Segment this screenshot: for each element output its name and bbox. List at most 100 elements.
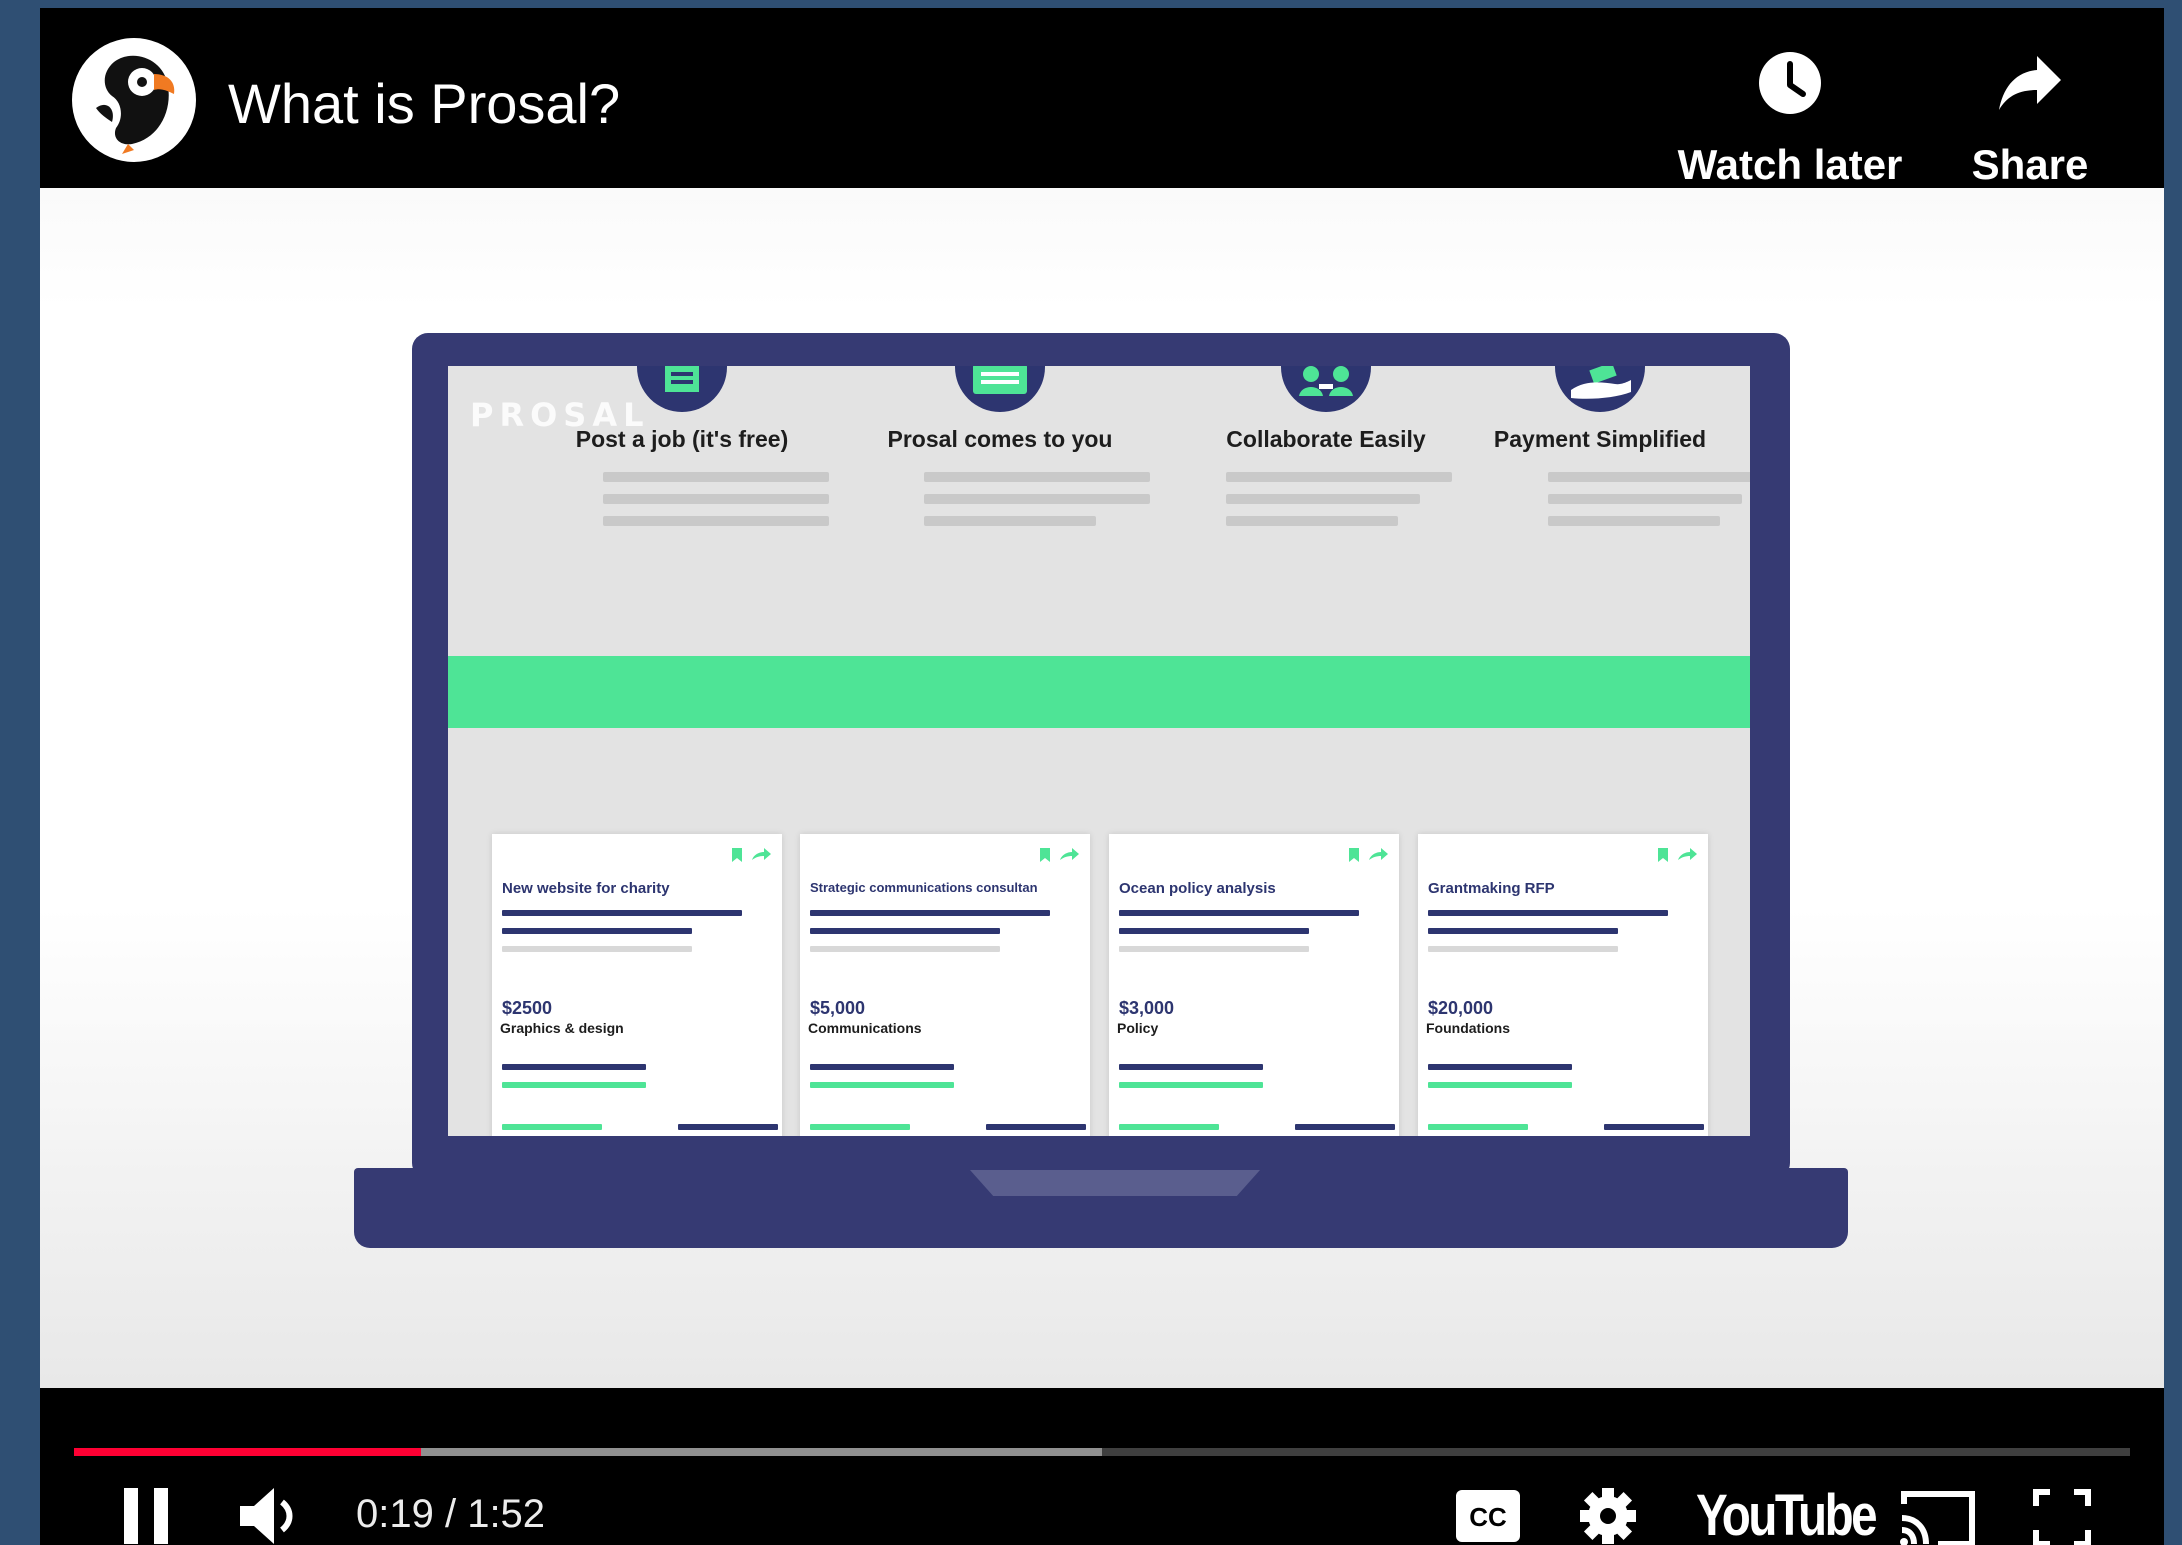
card-bar — [1428, 1124, 1528, 1130]
card-price: $5,000 — [810, 998, 866, 1018]
svg-text:CC: CC — [1469, 1502, 1507, 1532]
video-title[interactable]: What is Prosal? — [228, 72, 620, 136]
text-placeholder-line — [924, 472, 1150, 482]
card-bar — [1428, 928, 1618, 934]
laptop-notch — [970, 1170, 1260, 1196]
card-bar — [1428, 1082, 1572, 1088]
text-placeholder-line — [1548, 472, 1750, 482]
card-bar — [502, 928, 692, 934]
share-button[interactable]: Share — [1930, 38, 2130, 188]
captions-button[interactable]: CC — [1456, 1490, 1520, 1545]
youtube-logo[interactable]: YouTube — [1696, 1486, 1878, 1545]
share-label: Share — [1971, 141, 2089, 188]
card-title: New website for charity — [502, 880, 670, 897]
text-placeholder-line — [603, 472, 829, 482]
card-bar — [810, 1082, 954, 1088]
card-title: Grantmaking RFP — [1428, 880, 1555, 897]
card-bar — [502, 1064, 646, 1070]
card-actions — [1345, 846, 1389, 869]
laptop-screen: PROSAL Post a job (it's free) Prosal com… — [448, 366, 1750, 1136]
clock-icon — [1759, 52, 1821, 114]
pause-button[interactable] — [120, 1486, 172, 1545]
job-card: New website for charity $2500 Graphics &… — [492, 834, 782, 1136]
card-title: Strategic communications consultan — [810, 880, 1038, 895]
card-actions — [728, 846, 772, 869]
message-icon — [955, 366, 1045, 412]
card-bar — [810, 946, 1000, 952]
puffin-logo-icon — [96, 55, 175, 154]
bookmark-share-icon — [732, 848, 771, 862]
card-category: Foundations — [1426, 1020, 1510, 1036]
watch-later-button[interactable]: Watch later — [1660, 38, 1920, 188]
text-placeholder-line — [1548, 516, 1720, 526]
text-placeholder-line — [924, 516, 1096, 526]
card-actions — [1654, 846, 1698, 869]
video-player[interactable]: What is Prosal? Watch later Share PROSAL — [40, 8, 2164, 1545]
card-actions — [1036, 846, 1080, 869]
card-title: Ocean policy analysis — [1119, 880, 1276, 897]
card-bar — [810, 910, 1050, 916]
card-category: Communications — [808, 1020, 922, 1036]
document-icon — [637, 366, 727, 412]
feature-title: Collaborate Easily — [1226, 426, 1426, 452]
card-bar — [1119, 1064, 1263, 1070]
feature-title: Payment Simplified — [1493, 426, 1707, 452]
card-bar — [502, 1082, 646, 1088]
job-card: Strategic communications consultan $5,00… — [800, 834, 1090, 1136]
feature-title: Prosal comes to you — [887, 426, 1113, 452]
card-bar — [810, 928, 1000, 934]
player-top-bar: What is Prosal? Watch later Share — [40, 8, 2164, 188]
settings-icon — [1580, 1488, 1636, 1544]
text-placeholder-line — [1226, 494, 1420, 504]
share-arrow-icon — [1999, 56, 2061, 110]
fullscreen-icon — [2033, 1489, 2091, 1545]
cc-icon: CC — [1456, 1490, 1520, 1542]
card-price: $2500 — [502, 998, 553, 1018]
card-bar — [1119, 910, 1359, 916]
time-display: 0:19 / 1:52 — [356, 1492, 546, 1536]
watch-later-label: Watch later — [1677, 141, 1903, 188]
volume-button[interactable] — [236, 1484, 306, 1545]
card-bar — [1119, 928, 1309, 934]
card-bar — [1428, 946, 1618, 952]
progress-bar[interactable] — [74, 1448, 2130, 1456]
text-placeholder-line — [603, 516, 829, 526]
card-bar — [810, 1124, 910, 1130]
channel-avatar[interactable] — [72, 38, 196, 162]
card-bar — [1428, 910, 1668, 916]
player-controls: 0:19 / 1:52 CC YouTube — [40, 1388, 2164, 1545]
card-bar — [986, 1124, 1086, 1130]
card-bar — [1428, 1064, 1572, 1070]
card-category: Graphics & design — [500, 1020, 624, 1036]
green-banner — [448, 656, 1750, 728]
card-bar — [1119, 1124, 1219, 1130]
feature-title: Post a job (it's free) — [575, 426, 789, 452]
card-bar — [1119, 1082, 1263, 1088]
card-bar — [502, 910, 742, 916]
bookmark-share-icon — [1040, 848, 1079, 862]
bookmark-share-icon — [1658, 848, 1697, 862]
text-placeholder-line — [1226, 516, 1398, 526]
text-placeholder-line — [603, 494, 829, 504]
card-bar — [1604, 1124, 1704, 1130]
card-bar — [678, 1124, 778, 1130]
text-placeholder-line — [1226, 472, 1452, 482]
job-card: Ocean policy analysis $3,000 Policy — [1109, 834, 1399, 1136]
people-icon — [1281, 366, 1371, 412]
card-bar — [502, 946, 692, 952]
text-placeholder-line — [1548, 494, 1742, 504]
video-frame[interactable]: PROSAL Post a job (it's free) Prosal com… — [40, 188, 2164, 1388]
bookmark-share-icon — [1349, 848, 1388, 862]
hand-money-icon — [1555, 366, 1645, 412]
played-bar — [74, 1448, 422, 1456]
card-bar — [1295, 1124, 1395, 1130]
text-placeholder-line — [924, 494, 1150, 504]
settings-button[interactable] — [1578, 1486, 1638, 1545]
cast-button[interactable] — [1898, 1488, 1978, 1545]
pause-icon — [124, 1488, 168, 1544]
card-bar — [1119, 946, 1309, 952]
cast-icon — [1900, 1491, 1975, 1545]
fullscreen-button[interactable] — [2032, 1488, 2092, 1545]
volume-icon — [240, 1488, 293, 1544]
job-card: Grantmaking RFP $20,000 Foundations — [1418, 834, 1708, 1136]
